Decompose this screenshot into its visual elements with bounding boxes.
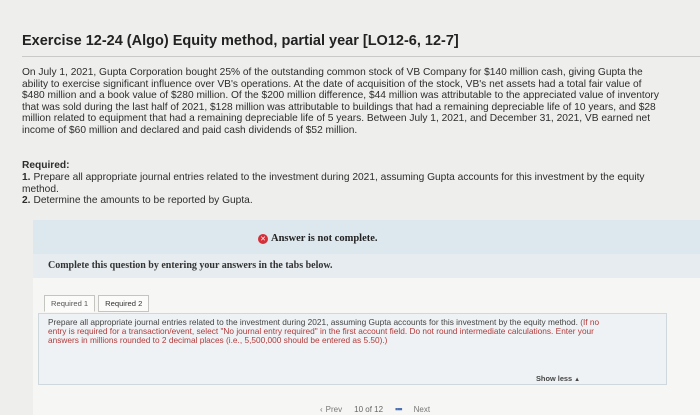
tab-instructions: Prepare all appropriate journal entries … [48, 317, 608, 346]
error-x-icon: ✕ [258, 233, 268, 244]
prev-button[interactable]: ‹ Prev [320, 405, 342, 414]
required-item-number: 1. [22, 172, 31, 183]
answer-tabs: Required 1 Required 2 [44, 295, 152, 312]
exercise-title: Exercise 12-24 (Algo) Equity method, par… [22, 33, 459, 49]
required-heading: Required: [22, 160, 70, 171]
tab-required-1[interactable]: Required 1 [44, 295, 96, 312]
caret-up-icon: ▲ [574, 377, 581, 383]
required-item-number: 2. [22, 195, 31, 207]
tab-required-2[interactable]: Required 2 [98, 295, 150, 312]
next-button[interactable]: Next [414, 405, 430, 414]
show-less-button[interactable]: Show less ▲ [536, 374, 580, 383]
grid-icon[interactable]: ▪▪▪ [395, 404, 403, 414]
page-position: 10 of 12 [354, 404, 384, 414]
required-item: 1. Prepare all appropriate journal entrie… [22, 172, 672, 195]
answer-status: ✕ Answer is not complete. [258, 233, 378, 244]
required-list: 1. Prepare all appropriate journal entrie… [22, 172, 672, 207]
required-item-text: Determine the amounts to be reported by … [33, 195, 253, 207]
required-item-text: Prepare all appropriate journal entries … [22, 172, 645, 195]
required-item: 2. Determine the amounts to be reported b… [22, 195, 672, 207]
chevron-left-icon: ‹ [320, 404, 323, 414]
title-divider [22, 56, 700, 57]
show-less-label: Show less [536, 374, 573, 383]
prev-label: Prev [325, 404, 343, 414]
question-pager: ‹ Prev 10 of 12 ▪▪▪ Next [320, 404, 430, 414]
complete-prompt: Complete this question by entering your … [48, 260, 333, 271]
answer-status-text: Answer is not complete. [271, 233, 378, 244]
exercise-page: Exercise 12-24 (Algo) Equity method, par… [0, 0, 700, 415]
problem-statement: On July 1, 2021, Gupta Corporation bough… [22, 67, 659, 136]
